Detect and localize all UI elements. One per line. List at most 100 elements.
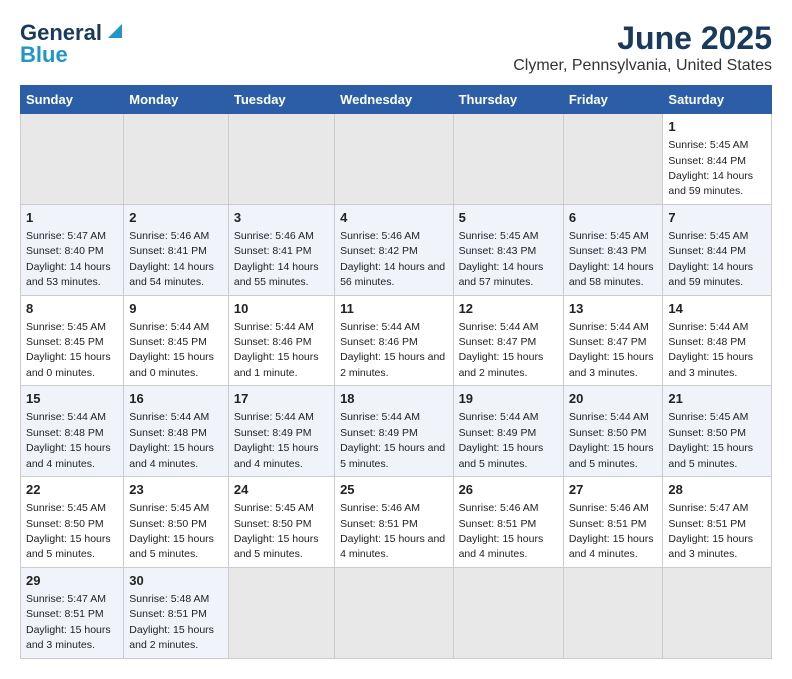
sunrise-text: Sunrise: 5:46 AM [340, 230, 420, 242]
sunset-text: Sunset: 8:50 PM [668, 427, 746, 439]
daylight-text: Daylight: 14 hours and 56 minutes. [340, 261, 445, 288]
sunrise-text: Sunrise: 5:47 AM [668, 502, 748, 514]
day-cell: 21Sunrise: 5:45 AMSunset: 8:50 PMDayligh… [663, 386, 772, 477]
sunset-text: Sunset: 8:44 PM [668, 155, 746, 167]
day-number: 14 [668, 300, 766, 318]
location-subtitle: Clymer, Pennsylvania, United States [513, 57, 772, 75]
logo-blue: Blue [20, 42, 68, 68]
day-cell: 23Sunrise: 5:45 AMSunset: 8:50 PMDayligh… [124, 477, 229, 568]
sunrise-text: Sunrise: 5:44 AM [129, 411, 209, 423]
day-number: 15 [26, 390, 118, 408]
day-cell: 10Sunrise: 5:44 AMSunset: 8:46 PMDayligh… [228, 295, 334, 386]
day-number: 6 [569, 209, 658, 227]
day-cell: 3Sunrise: 5:46 AMSunset: 8:41 PMDaylight… [228, 204, 334, 295]
day-cell: 20Sunrise: 5:44 AMSunset: 8:50 PMDayligh… [563, 386, 663, 477]
day-number: 19 [459, 390, 558, 408]
day-cell: 12Sunrise: 5:44 AMSunset: 8:47 PMDayligh… [453, 295, 563, 386]
daylight-text: Daylight: 15 hours and 4 minutes. [569, 533, 654, 560]
day-cell: 2Sunrise: 5:46 AMSunset: 8:41 PMDaylight… [124, 204, 229, 295]
daylight-text: Daylight: 15 hours and 3 minutes. [26, 624, 111, 651]
sunrise-text: Sunrise: 5:45 AM [668, 230, 748, 242]
sunset-text: Sunset: 8:41 PM [234, 245, 312, 257]
day-number: 16 [129, 390, 223, 408]
day-number: 5 [459, 209, 558, 227]
day-number: 3 [234, 209, 329, 227]
sunset-text: Sunset: 8:45 PM [26, 336, 104, 348]
calendar-header: SundayMondayTuesdayWednesdayThursdayFrid… [21, 86, 772, 114]
day-cell: 15Sunrise: 5:44 AMSunset: 8:48 PMDayligh… [21, 386, 124, 477]
day-number: 9 [129, 300, 223, 318]
day-number: 1 [26, 209, 118, 227]
day-cell [335, 567, 453, 658]
daylight-text: Daylight: 14 hours and 55 minutes. [234, 261, 319, 288]
sunrise-text: Sunrise: 5:44 AM [234, 411, 314, 423]
sunset-text: Sunset: 8:51 PM [129, 608, 207, 620]
daylight-text: Daylight: 15 hours and 5 minutes. [668, 442, 753, 469]
col-header-monday: Monday [124, 86, 229, 114]
sunset-text: Sunset: 8:47 PM [569, 336, 647, 348]
daylight-text: Daylight: 15 hours and 4 minutes. [340, 533, 445, 560]
daylight-text: Daylight: 15 hours and 5 minutes. [129, 533, 214, 560]
daylight-text: Daylight: 15 hours and 3 minutes. [668, 533, 753, 560]
day-cell: 8Sunrise: 5:45 AMSunset: 8:45 PMDaylight… [21, 295, 124, 386]
sunrise-text: Sunrise: 5:46 AM [569, 502, 649, 514]
month-year-title: June 2025 [513, 20, 772, 57]
sunrise-text: Sunrise: 5:44 AM [340, 321, 420, 333]
day-cell [663, 567, 772, 658]
daylight-text: Daylight: 15 hours and 5 minutes. [234, 533, 319, 560]
day-cell: 22Sunrise: 5:45 AMSunset: 8:50 PMDayligh… [21, 477, 124, 568]
col-header-thursday: Thursday [453, 86, 563, 114]
day-number: 26 [459, 481, 558, 499]
sunset-text: Sunset: 8:47 PM [459, 336, 537, 348]
sunrise-text: Sunrise: 5:44 AM [569, 411, 649, 423]
col-header-tuesday: Tuesday [228, 86, 334, 114]
day-number: 22 [26, 481, 118, 499]
sunrise-text: Sunrise: 5:48 AM [129, 593, 209, 605]
day-number: 7 [668, 209, 766, 227]
sunset-text: Sunset: 8:50 PM [234, 518, 312, 530]
daylight-text: Daylight: 15 hours and 4 minutes. [129, 442, 214, 469]
daylight-text: Daylight: 15 hours and 0 minutes. [26, 351, 111, 378]
week-row-6: 29Sunrise: 5:47 AMSunset: 8:51 PMDayligh… [21, 567, 772, 658]
day-cell [124, 114, 229, 205]
sunrise-text: Sunrise: 5:46 AM [340, 502, 420, 514]
day-number: 28 [668, 481, 766, 499]
day-cell: 25 Sunrise: 5:46 AM Sunset: 8:51 PM Dayligh… [335, 477, 453, 568]
day-number: 25 [340, 481, 447, 499]
sunset-text: Sunset: 8:49 PM [234, 427, 312, 439]
day-cell: 24Sunrise: 5:45 AMSunset: 8:50 PMDayligh… [228, 477, 334, 568]
sunset-text: Sunset: 8:51 PM [340, 518, 418, 530]
daylight-text: Daylight: 15 hours and 4 minutes. [26, 442, 111, 469]
sunset-text: Sunset: 8:50 PM [569, 427, 647, 439]
sunrise-text: Sunrise: 5:44 AM [459, 321, 539, 333]
page-header: General Blue June 2025 Clymer, Pennsylva… [20, 20, 772, 75]
day-number: 17 [234, 390, 329, 408]
day-cell [335, 114, 453, 205]
daylight-text: Daylight: 15 hours and 5 minutes. [569, 442, 654, 469]
daylight-text: Daylight: 15 hours and 3 minutes. [569, 351, 654, 378]
day-cell: 16Sunrise: 5:44 AMSunset: 8:48 PMDayligh… [124, 386, 229, 477]
sunset-text: Sunset: 8:46 PM [234, 336, 312, 348]
day-cell: 27Sunrise: 5:46 AMSunset: 8:51 PMDayligh… [563, 477, 663, 568]
day-number: 2 [129, 209, 223, 227]
sunrise-text: Sunrise: 5:45 AM [459, 230, 539, 242]
calendar-table: SundayMondayTuesdayWednesdayThursdayFrid… [20, 85, 772, 659]
logo: General Blue [20, 20, 122, 68]
day-number: 27 [569, 481, 658, 499]
day-cell: 7Sunrise: 5:45 AMSunset: 8:44 PMDaylight… [663, 204, 772, 295]
sunrise-text: Sunrise: 5:44 AM [26, 411, 106, 423]
col-header-friday: Friday [563, 86, 663, 114]
daylight-text: Daylight: 14 hours and 59 minutes. [668, 261, 753, 288]
daylight-text: Daylight: 14 hours and 53 minutes. [26, 261, 111, 288]
day-cell: 4Sunrise: 5:46 AMSunset: 8:42 PMDaylight… [335, 204, 453, 295]
day-cell [228, 114, 334, 205]
day-number: 18 [340, 390, 447, 408]
day-cell: 28Sunrise: 5:47 AMSunset: 8:51 PMDayligh… [663, 477, 772, 568]
week-row-2: 1Sunrise: 5:47 AMSunset: 8:40 PMDaylight… [21, 204, 772, 295]
sunset-text: Sunset: 8:42 PM [340, 245, 418, 257]
day-cell: 9Sunrise: 5:44 AMSunset: 8:45 PMDaylight… [124, 295, 229, 386]
day-cell: 5Sunrise: 5:45 AMSunset: 8:43 PMDaylight… [453, 204, 563, 295]
week-row-4: 15Sunrise: 5:44 AMSunset: 8:48 PMDayligh… [21, 386, 772, 477]
sunset-text: Sunset: 8:41 PM [129, 245, 207, 257]
sunset-text: Sunset: 8:51 PM [26, 608, 104, 620]
